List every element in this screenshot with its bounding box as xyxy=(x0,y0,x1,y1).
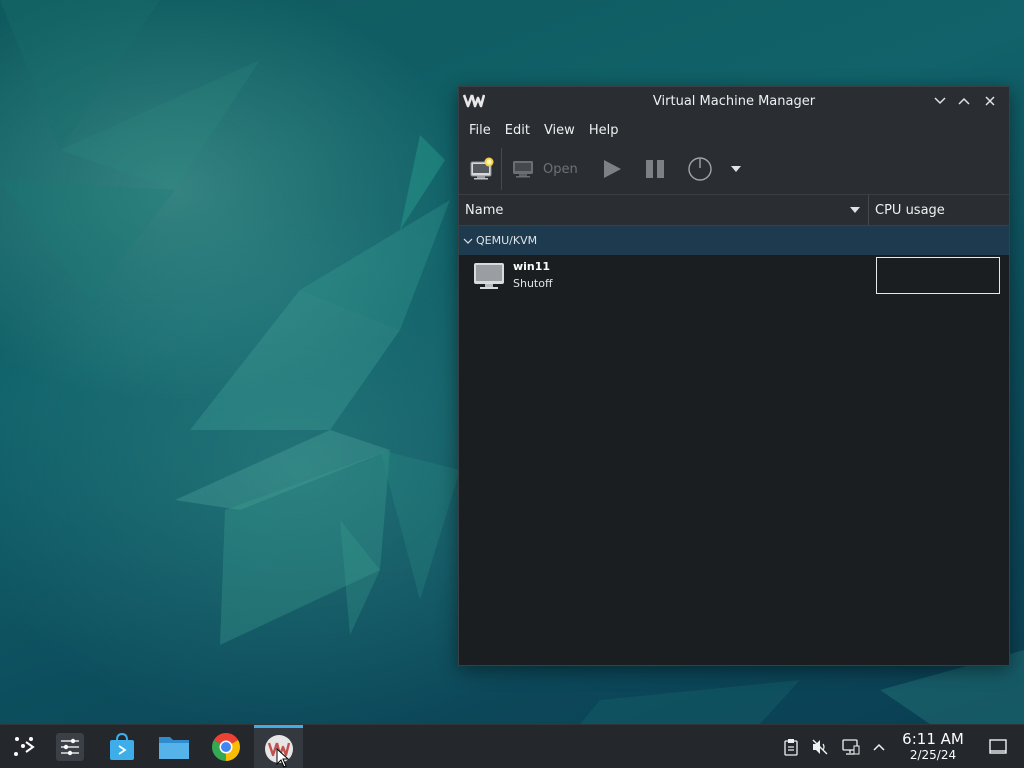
open-button-label: Open xyxy=(543,161,578,177)
new-vm-icon xyxy=(470,157,494,180)
clock-date: 2/25/24 xyxy=(909,748,957,762)
menu-view[interactable]: View xyxy=(538,123,581,138)
taskbar-discover[interactable] xyxy=(98,725,146,768)
vm-name: win11 xyxy=(513,260,551,273)
taskbar: 6:11 AM 2/25/24 xyxy=(0,724,1024,768)
pause-icon xyxy=(646,160,664,178)
clock-time: 6:11 AM xyxy=(902,730,964,748)
chevron-down-icon xyxy=(463,238,473,244)
menu-file[interactable]: File xyxy=(463,123,497,138)
new-vm-button[interactable] xyxy=(467,151,497,187)
close-button[interactable] xyxy=(981,92,999,110)
toolbar-separator xyxy=(501,148,502,190)
store-bag-icon xyxy=(110,732,134,760)
show-desktop-button[interactable] xyxy=(982,725,1014,768)
dropdown-arrow-icon xyxy=(731,166,741,172)
mouse-cursor-icon xyxy=(276,748,290,768)
cpu-usage-graph xyxy=(876,257,1000,294)
monitor-icon xyxy=(513,161,533,178)
minimize-button[interactable] xyxy=(931,92,949,110)
digital-clock[interactable]: 6:11 AM 2/25/24 xyxy=(896,730,970,763)
vm-row-win11[interactable]: win11 Shutoff xyxy=(459,255,1009,299)
run-button[interactable] xyxy=(592,151,632,187)
menu-edit[interactable]: Edit xyxy=(499,123,536,138)
column-cpu-header[interactable]: CPU usage xyxy=(869,195,1009,225)
tray-expand[interactable] xyxy=(866,725,892,768)
maximize-button[interactable] xyxy=(955,92,973,110)
launcher-icon xyxy=(14,737,35,756)
sort-down-icon xyxy=(850,207,860,213)
connection-label: QEMU/KVM xyxy=(476,234,538,247)
chevron-up-icon xyxy=(873,743,885,751)
open-button[interactable]: Open xyxy=(510,151,588,187)
clipboard-icon xyxy=(784,739,798,756)
connection-group-row[interactable]: QEMU/KVM xyxy=(459,226,1009,255)
shutdown-menu-button[interactable] xyxy=(722,151,750,187)
chevron-down-icon xyxy=(934,97,946,105)
app-launcher-button[interactable] xyxy=(0,725,48,768)
column-cpu-label: CPU usage xyxy=(875,202,945,218)
taskbar-file-manager[interactable] xyxy=(150,725,198,768)
menu-bar: File Edit View Help xyxy=(459,116,1009,144)
power-icon xyxy=(688,157,712,181)
settings-sliders-icon xyxy=(56,733,84,761)
chrome-icon xyxy=(212,733,240,761)
folder-icon xyxy=(159,737,189,759)
tray-volume[interactable] xyxy=(807,725,833,768)
close-icon xyxy=(985,96,995,106)
vmm-window: Virtual Machine Manager File Edit View H… xyxy=(458,86,1010,666)
column-name-header[interactable]: Name xyxy=(459,195,869,225)
taskbar-system-settings[interactable] xyxy=(46,725,94,768)
taskbar-chrome[interactable] xyxy=(202,725,250,768)
column-header: Name CPU usage xyxy=(459,194,1009,226)
tray-network[interactable] xyxy=(838,725,864,768)
shutdown-button[interactable] xyxy=(678,151,722,187)
tray-clipboard[interactable] xyxy=(778,725,804,768)
column-name-label: Name xyxy=(465,202,504,218)
show-desktop-icon xyxy=(989,739,1007,754)
volume-muted-icon xyxy=(812,739,828,755)
network-wired-icon xyxy=(842,739,860,755)
pause-button[interactable] xyxy=(632,151,678,187)
play-icon xyxy=(604,160,621,178)
vmm-logo-icon xyxy=(463,94,485,108)
chevron-up-icon xyxy=(958,97,970,105)
vm-status: Shutoff xyxy=(513,277,553,290)
menu-help[interactable]: Help xyxy=(583,123,625,138)
toolbar: Open xyxy=(459,144,1009,194)
vm-monitor-icon xyxy=(474,263,504,289)
window-title: Virtual Machine Manager xyxy=(652,94,816,109)
window-titlebar[interactable]: Virtual Machine Manager xyxy=(459,87,1009,116)
